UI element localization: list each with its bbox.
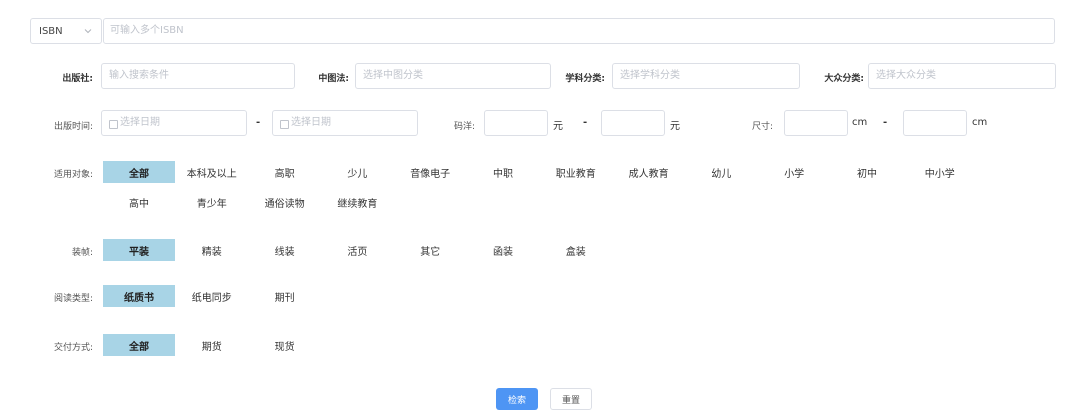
size-min-input[interactable] bbox=[784, 110, 848, 136]
delivery-option[interactable]: 现货 bbox=[249, 334, 321, 356]
publisher-input[interactable]: 输入搜索条件 bbox=[101, 63, 295, 89]
size-label: 尺寸: bbox=[751, 122, 773, 132]
size-max-unit: cm bbox=[972, 117, 988, 128]
isbn-type-value: ISBN bbox=[39, 25, 63, 37]
pubdate-end-input[interactable]: 选择日期 bbox=[272, 110, 418, 136]
audience-option[interactable]: 继续教育 bbox=[321, 191, 393, 213]
size-dash: - bbox=[883, 117, 888, 128]
isbn-type-select[interactable]: ISBN bbox=[30, 18, 102, 44]
isbn-input[interactable]: 可输入多个ISBN bbox=[103, 18, 1055, 44]
reading-option[interactable]: 纸质书 bbox=[103, 285, 175, 307]
audience-option[interactable]: 小学 bbox=[758, 161, 830, 183]
pubdate-start-placeholder: 选择日期 bbox=[120, 117, 160, 128]
price-max-input[interactable] bbox=[601, 110, 665, 136]
popular-label: 大众分类: bbox=[824, 74, 864, 84]
subject-select[interactable]: 选择学科分类 bbox=[612, 63, 800, 89]
clc-select[interactable]: 选择中图分类 bbox=[355, 63, 551, 89]
clc-placeholder: 选择中图分类 bbox=[363, 70, 423, 81]
binding-option[interactable]: 其它 bbox=[394, 239, 466, 261]
audience-option[interactable]: 少儿 bbox=[321, 161, 393, 183]
reset-button[interactable]: 重置 bbox=[550, 388, 592, 410]
audience-option[interactable]: 初中 bbox=[831, 161, 903, 183]
audience-option[interactable]: 幼儿 bbox=[685, 161, 757, 183]
binding-option[interactable]: 平装 bbox=[103, 239, 175, 261]
size-min-unit: cm bbox=[852, 117, 868, 128]
audience-option[interactable]: 成人教育 bbox=[613, 161, 685, 183]
delivery-option[interactable]: 全部 bbox=[103, 334, 175, 356]
binding-label: 装帧: bbox=[71, 248, 93, 258]
subject-label: 学科分类: bbox=[565, 74, 605, 84]
delivery-option[interactable]: 期货 bbox=[176, 334, 248, 356]
binding-option[interactable]: 盒装 bbox=[540, 239, 612, 261]
audience-option[interactable]: 音像电子 bbox=[394, 161, 466, 183]
popular-select[interactable]: 选择大众分类 bbox=[868, 63, 1056, 89]
audience-option[interactable]: 高中 bbox=[103, 191, 175, 213]
audience-option[interactable]: 职业教育 bbox=[540, 161, 612, 183]
audience-option[interactable]: 通俗读物 bbox=[249, 191, 321, 213]
popular-placeholder: 选择大众分类 bbox=[876, 70, 936, 81]
price-dash: - bbox=[583, 117, 588, 128]
binding-option[interactable]: 精装 bbox=[176, 239, 248, 261]
subject-placeholder: 选择学科分类 bbox=[620, 70, 680, 81]
audience-label: 适用对象: bbox=[53, 170, 93, 180]
isbn-placeholder: 可输入多个ISBN bbox=[110, 25, 184, 36]
audience-option[interactable]: 全部 bbox=[103, 161, 175, 183]
reading-option[interactable]: 纸电同步 bbox=[176, 285, 248, 307]
delivery-label: 交付方式: bbox=[53, 343, 93, 353]
publisher-label: 出版社: bbox=[62, 74, 93, 84]
price-max-unit: 元 bbox=[670, 121, 680, 132]
size-max-input[interactable] bbox=[903, 110, 967, 136]
pubdate-end-placeholder: 选择日期 bbox=[291, 117, 331, 128]
audience-option[interactable]: 中小学 bbox=[904, 161, 976, 183]
binding-option[interactable]: 活页 bbox=[321, 239, 393, 261]
pubdate-start-input[interactable]: 选择日期 bbox=[101, 110, 247, 136]
binding-option[interactable]: 线装 bbox=[249, 239, 321, 261]
price-min-unit: 元 bbox=[553, 121, 563, 132]
pubdate-dash: - bbox=[256, 117, 261, 128]
calendar-icon bbox=[109, 119, 118, 129]
audience-option[interactable]: 高职 bbox=[249, 161, 321, 183]
calendar-icon bbox=[280, 119, 289, 129]
reading-option[interactable]: 期刊 bbox=[249, 285, 321, 307]
search-button[interactable]: 检索 bbox=[496, 388, 538, 410]
price-min-input[interactable] bbox=[484, 110, 548, 136]
price-label: 码洋: bbox=[453, 122, 475, 132]
chevron-down-icon bbox=[84, 29, 92, 34]
binding-option[interactable]: 函装 bbox=[467, 239, 539, 261]
audience-option[interactable]: 本科及以上 bbox=[176, 161, 248, 183]
publisher-placeholder: 输入搜索条件 bbox=[109, 70, 169, 81]
clc-label: 中图法: bbox=[318, 74, 349, 84]
reading-label: 阅读类型: bbox=[53, 294, 93, 304]
audience-option[interactable]: 中职 bbox=[467, 161, 539, 183]
pubdate-label: 出版时间: bbox=[53, 122, 93, 132]
audience-option[interactable]: 青少年 bbox=[176, 191, 248, 213]
